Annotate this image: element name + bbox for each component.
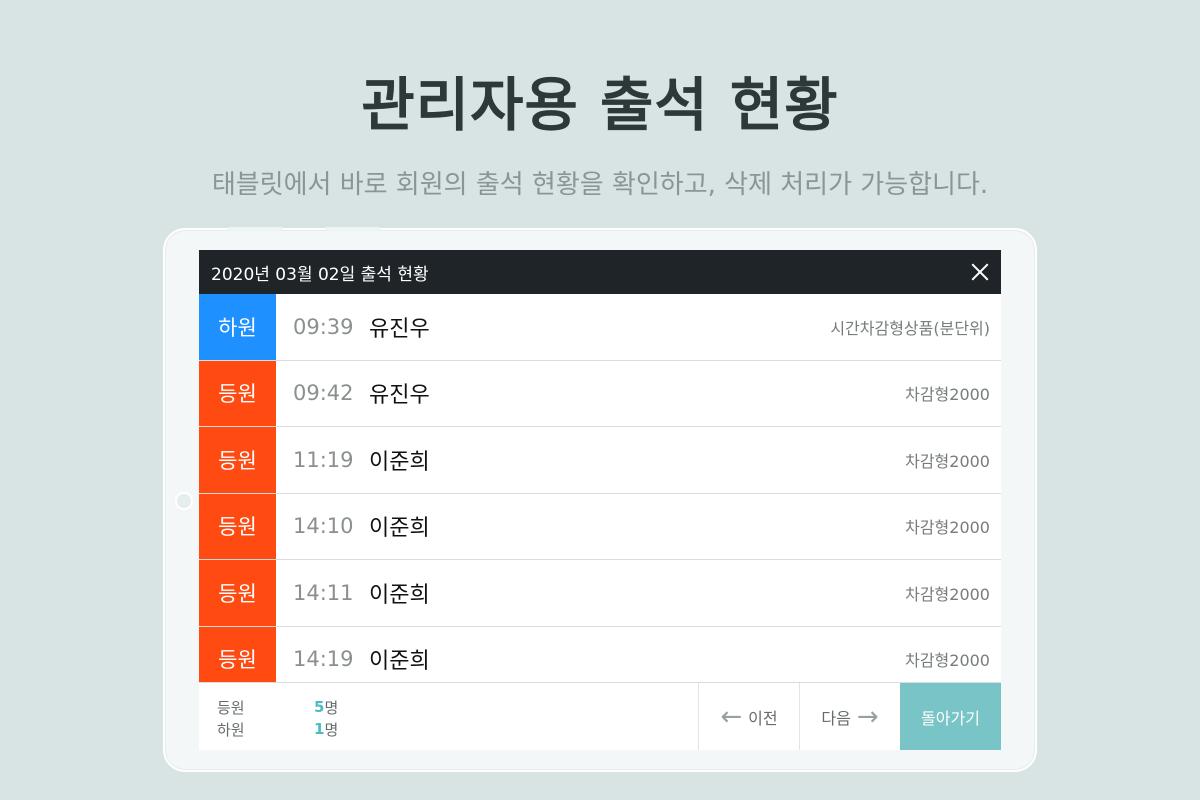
- back-button-label: 돌아가기: [921, 708, 980, 728]
- arrow-left-icon: ←: [720, 701, 743, 732]
- attendance-row[interactable]: 하원 09:39 유진우 시간차감형상품(분단위): [199, 294, 1001, 361]
- prev-button[interactable]: ← 이전: [698, 683, 799, 750]
- attendance-row[interactable]: 등원 11:19 이준희 차감형2000: [199, 427, 1001, 494]
- row-member-name: 이준희: [369, 516, 430, 542]
- attendance-row[interactable]: 등원 14:11 이준희 차감형2000: [199, 560, 1001, 627]
- status-badge: 등원: [199, 560, 276, 626]
- arrow-right-icon: →: [856, 701, 879, 732]
- dialog-header: 2020년 03월 02일 출석 현황: [199, 250, 1001, 294]
- row-product: 차감형2000: [905, 518, 990, 538]
- prev-button-label: 이전: [748, 708, 778, 728]
- row-time: 09:39: [293, 314, 354, 339]
- row-product: 차감형2000: [905, 651, 990, 671]
- summary-checkin-unit: 명: [324, 698, 339, 717]
- row-body: 14:11 이준희 차감형2000: [276, 560, 1001, 626]
- attendance-list: 하원 09:39 유진우 시간차감형상품(분단위) 등원 09:42 유진우 차감형2000 등…: [199, 294, 1001, 682]
- row-body: 09:42 유진우 차감형2000: [276, 361, 1001, 427]
- next-button-label: 다음: [821, 708, 851, 728]
- summary-checkout-unit: 명: [324, 720, 339, 739]
- row-time: 14:10: [293, 514, 354, 539]
- row-product: 시간차감형상품(분단위): [830, 318, 990, 338]
- attendance-row[interactable]: 등원 14:10 이준희 차감형2000: [199, 493, 1001, 560]
- summary-checkout: 하원 1 명: [217, 718, 698, 740]
- row-product: 차감형2000: [905, 584, 990, 604]
- status-badge: 등원: [199, 427, 276, 493]
- row-time: 14:19: [293, 647, 354, 672]
- dialog-title: 2020년 03월 02일 출석 현황: [211, 264, 429, 285]
- row-member-name: 이준희: [369, 449, 430, 475]
- hero-subtitle: 태블릿에서 바로 회원의 출석 현황을 확인하고, 삭제 처리가 가능합니다.: [211, 170, 989, 200]
- summary-checkin-label: 등원: [217, 698, 245, 717]
- attendance-dialog: 2020년 03월 02일 출석 현황 하원 09:39 유진우 시간차감형상품(분단…: [199, 250, 1001, 750]
- row-product: 차감형2000: [905, 451, 990, 471]
- row-member-name: 유진우: [369, 316, 430, 342]
- tablet-home-button: [175, 492, 193, 510]
- row-product: 차감형2000: [905, 385, 990, 405]
- next-button[interactable]: 다음 →: [799, 683, 900, 750]
- row-member-name: 유진우: [369, 383, 430, 409]
- row-member-name: 이준희: [369, 649, 430, 675]
- summary-checkout-count: 1: [314, 720, 325, 738]
- summary-checkin: 등원 5 명: [217, 696, 698, 718]
- summary-checkin-count: 5: [314, 698, 325, 716]
- row-time: 11:19: [293, 447, 354, 472]
- summary-checkout-label: 하원: [217, 720, 245, 739]
- back-button[interactable]: 돌아가기: [900, 683, 1001, 750]
- row-body: 14:10 이준희 차감형2000: [276, 494, 1001, 560]
- close-icon[interactable]: [969, 261, 991, 283]
- row-time: 09:42: [293, 381, 354, 406]
- tablet-volume-button: [227, 227, 283, 231]
- tablet-power-button: [325, 227, 381, 231]
- status-badge: 등원: [199, 626, 276, 682]
- status-badge: 하원: [199, 294, 276, 360]
- attendance-row[interactable]: 등원 09:42 유진우 차감형2000: [199, 360, 1001, 427]
- row-time: 14:11: [293, 580, 354, 605]
- hero-title: 관리자용 출석 현황: [361, 71, 839, 139]
- dialog-footer: 등원 5 명 하원 1 명 ← 이전 다음 → 돌아가기: [199, 682, 1001, 750]
- attendance-summary: 등원 5 명 하원 1 명: [199, 683, 698, 750]
- attendance-row[interactable]: 등원 14:19 이준희 차감형2000: [199, 626, 1001, 683]
- status-badge: 등원: [199, 360, 276, 426]
- row-body: 11:19 이준희 차감형2000: [276, 427, 1001, 493]
- status-badge: 등원: [199, 493, 276, 559]
- row-body: 09:39 유진우 시간차감형상품(분단위): [276, 294, 1001, 360]
- row-body: 14:19 이준희 차감형2000: [276, 627, 1001, 683]
- row-member-name: 이준희: [369, 582, 430, 608]
